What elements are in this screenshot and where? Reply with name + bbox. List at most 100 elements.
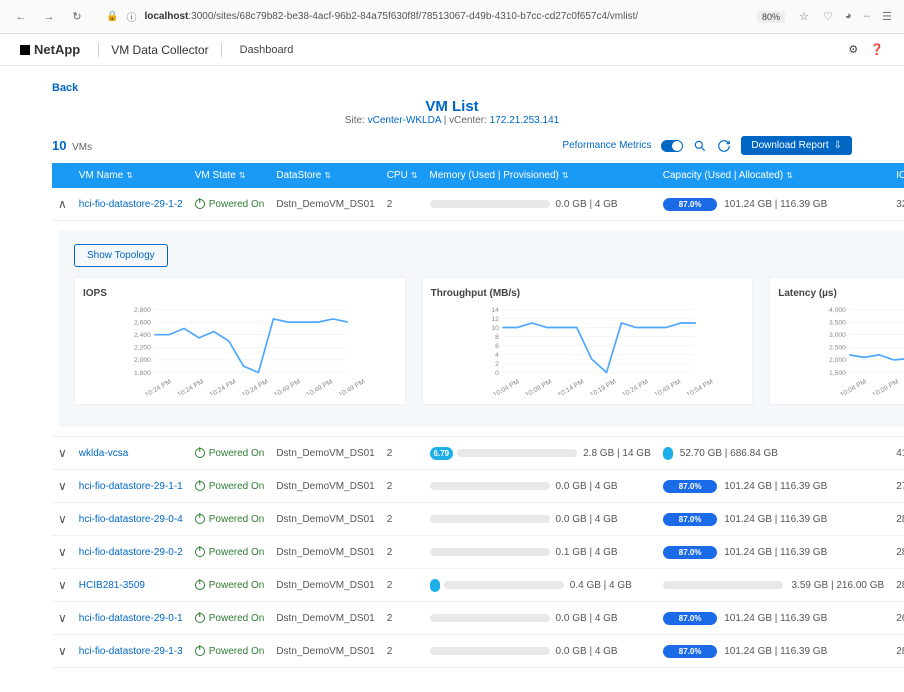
forward-nav-icon[interactable]: → (40, 8, 58, 26)
svg-text:13, 10:04 PM: 13, 10:04 PM (482, 378, 521, 395)
memory-cell: 0.0 GB | 4 GB (424, 635, 657, 668)
power-state: Powered On (195, 646, 265, 657)
power-state: Powered On (195, 580, 265, 591)
zoom-badge[interactable]: 80% (757, 11, 785, 23)
table-row: ∨ hci-fio-datastore-29-1-3 Powered On Ds… (52, 635, 904, 668)
iops-cell: 2685.51 (890, 602, 904, 635)
brand: NetApp (20, 42, 80, 57)
reload-icon[interactable]: ↻ (68, 8, 86, 26)
back-nav-icon[interactable]: ← (12, 8, 30, 26)
table-row: ∧ hci-fio-datastore-29-1-2 Powered On Ds… (52, 188, 904, 221)
expand-toggle[interactable]: ∨ (52, 602, 73, 635)
capacity-cell: 52.70 GB | 686.84 GB (657, 437, 890, 470)
svg-text:13, 10:24 PM: 13, 10:24 PM (611, 378, 650, 395)
col-iops[interactable]: IOPS⇅ (890, 163, 904, 188)
vm-name-link[interactable]: hci-fio-datastore-29-1-1 (79, 481, 183, 492)
svg-text:13, 10:49 PM: 13, 10:49 PM (296, 378, 335, 395)
star-icon[interactable]: ☆ (795, 8, 813, 26)
brand-logo-icon (20, 45, 30, 55)
vm-name-link[interactable]: hci-fio-datastore-29-1-3 (79, 646, 183, 657)
datastore-cell: Dstn_DemoVM_DS01 (270, 470, 380, 503)
expand-toggle[interactable]: ∨ (52, 437, 73, 470)
memory-cell: 0.0 GB | 4 GB (424, 470, 657, 503)
svg-text:13, 10:24 PM: 13, 10:24 PM (231, 378, 270, 395)
datastore-cell: Dstn_DemoVM_DS01 (270, 188, 380, 221)
power-state: Powered On (195, 613, 265, 624)
power-icon (195, 448, 205, 458)
browser-chrome: ← → ↻ 🔒 ⓘ localhost:3000/sites/68c79b82-… (0, 0, 904, 34)
memory-cell: 0.1 GB | 4 GB (424, 536, 657, 569)
svg-text:2,000: 2,000 (134, 357, 151, 364)
vcenter-link[interactable]: 172.21.253.141 (490, 115, 560, 126)
vm-name-link[interactable]: HCIB281-3509 (79, 580, 145, 591)
svg-text:13, 10:14 PM: 13, 10:14 PM (547, 378, 586, 395)
refresh-icon[interactable] (717, 139, 731, 153)
sync-icon[interactable]: ♡ (823, 10, 833, 23)
svg-text:1,500: 1,500 (829, 370, 846, 377)
chart-latency-s-: Latency (µs)1,5002,0002,5003,0003,5004,0… (769, 277, 904, 405)
expand-toggle[interactable]: ∨ (52, 536, 73, 569)
col-ds[interactable]: DataStore⇅ (270, 163, 380, 188)
expand-toggle[interactable]: ∨ (52, 470, 73, 503)
expand-toggle[interactable]: ∨ (52, 503, 73, 536)
datastore-cell: Dstn_DemoVM_DS01 (270, 569, 380, 602)
power-icon (195, 199, 205, 209)
table-row: ∨ hci-fio-datastore-29-0-4 Powered On Ds… (52, 503, 904, 536)
table-row: ∨ hci-fio-datastore-29-0-1 Powered On Ds… (52, 602, 904, 635)
table-header: VM Name⇅ VM State⇅ DataStore⇅ CPU⇅ Memor… (52, 163, 904, 188)
cpu-cell: 2 (381, 437, 424, 470)
expand-toggle[interactable]: ∨ (52, 569, 73, 602)
svg-text:13, 10:09 PM: 13, 10:09 PM (514, 378, 553, 395)
memory-cell: 0.0 GB | 4 GB (424, 503, 657, 536)
power-state: Powered On (195, 199, 265, 210)
svg-text:6: 6 (495, 343, 499, 350)
cpu-cell: 2 (381, 503, 424, 536)
download-report-button[interactable]: Download Report ⇩ (741, 136, 852, 155)
svg-text:1,800: 1,800 (134, 370, 151, 377)
vm-name-link[interactable]: hci-fio-datastore-29-1-2 (79, 199, 183, 210)
expand-toggle[interactable]: ∨ (52, 635, 73, 668)
gear-icon[interactable]: ⚙ (848, 43, 858, 56)
capacity-cell: 87.0% 101.24 GB | 116.39 GB (657, 602, 890, 635)
power-state: Powered On (195, 481, 265, 492)
expand-toggle[interactable]: ∧ (52, 188, 73, 221)
svg-text:0: 0 (495, 370, 499, 377)
url-bar[interactable]: 🔒 ⓘ localhost:3000/sites/68c79b82-be38-4… (96, 6, 747, 27)
acct-icon[interactable]: ┈ (864, 10, 871, 23)
col-cpu[interactable]: CPU⇅ (381, 163, 424, 188)
col-cap[interactable]: Capacity (Used | Allocated)⇅ (657, 163, 890, 188)
svg-text:2,400: 2,400 (134, 332, 151, 339)
col-state[interactable]: VM State⇅ (189, 163, 271, 188)
help-icon[interactable]: ❓ (870, 43, 884, 56)
ext-icon[interactable]: ◕ (845, 10, 852, 23)
svg-text:13, 10:49 PM: 13, 10:49 PM (263, 378, 302, 395)
vm-name-link[interactable]: hci-fio-datastore-29-0-2 (79, 547, 183, 558)
back-link[interactable]: Back (52, 82, 852, 94)
show-topology-button[interactable]: Show Topology (74, 244, 168, 267)
perf-metrics-label: Peformance Metrics (562, 140, 651, 151)
power-icon (195, 613, 205, 623)
col-mem[interactable]: Memory (Used | Provisioned)⇅ (424, 163, 657, 188)
svg-text:2,600: 2,600 (134, 319, 151, 326)
col-name[interactable]: VM Name⇅ (73, 163, 189, 188)
svg-text:2,200: 2,200 (134, 345, 151, 352)
perf-toggle[interactable] (661, 140, 683, 152)
tab-dashboard[interactable]: Dashboard (240, 44, 294, 56)
browser-extras: ♡ ◕ ┈ ☰ (823, 10, 892, 23)
iops-cell: 2875.11 (890, 635, 904, 668)
capacity-cell: 87.0% 101.24 GB | 116.39 GB (657, 503, 890, 536)
site-link[interactable]: vCenter-WKLDA (368, 115, 441, 126)
table-row: ∨ hci-fio-datastore-29-1-1 Powered On Ds… (52, 470, 904, 503)
vm-name-link[interactable]: hci-fio-datastore-29-0-4 (79, 514, 183, 525)
main-content: Back VM List Site: vCenter-WKLDA | vCent… (0, 66, 904, 692)
menu-icon[interactable]: ☰ (882, 10, 892, 23)
expanded-panel: Show Topology Past 7 Days▾ Past 7 DaysPa… (52, 221, 904, 437)
datastore-cell: Dstn_DemoVM_DS01 (270, 635, 380, 668)
url-path: :3000/sites/68c79b82-be38-4acf-96b2-84a7… (188, 11, 638, 22)
svg-text:3,000: 3,000 (829, 332, 846, 339)
app-header: NetApp VM Data Collector Dashboard ⚙ ❓ (0, 34, 904, 66)
toolbar: 10 VMs Peformance Metrics Download Repor… (52, 136, 852, 155)
vm-name-link[interactable]: wklda-vcsa (79, 448, 128, 459)
vm-name-link[interactable]: hci-fio-datastore-29-0-1 (79, 613, 183, 624)
search-icon[interactable] (693, 139, 707, 153)
